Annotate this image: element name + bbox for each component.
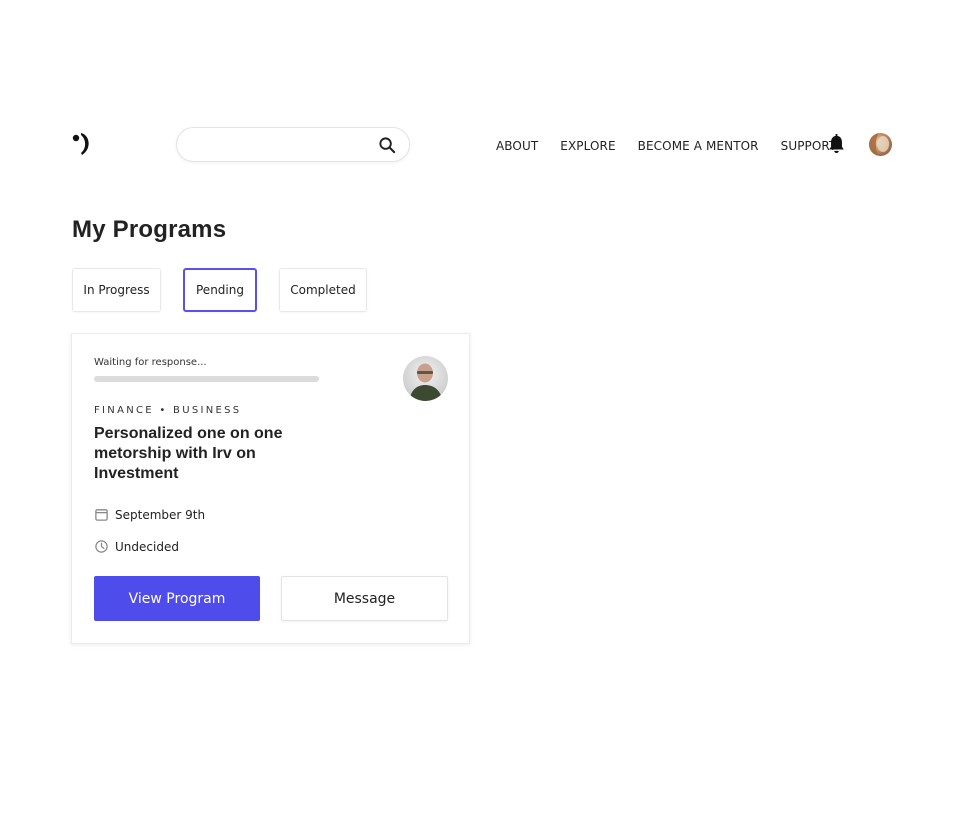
mentor-avatar[interactable] (403, 356, 448, 401)
search-input[interactable] (191, 135, 371, 155)
tab-in-progress[interactable]: In Progress (72, 268, 161, 312)
program-date: September 9th (94, 507, 205, 522)
program-time: Undecided (94, 539, 179, 554)
progress-bar (94, 376, 319, 382)
clock-icon (95, 540, 108, 553)
search-icon[interactable] (378, 136, 397, 155)
tab-pending[interactable]: Pending (183, 268, 257, 312)
status-text: Waiting for response... (94, 357, 207, 368)
nav-become-a-mentor[interactable]: BECOME A MENTOR (638, 139, 759, 153)
view-program-button[interactable]: View Program (94, 576, 260, 621)
bell-icon[interactable] (827, 134, 846, 154)
calendar-icon (95, 509, 108, 521)
user-avatar[interactable] (869, 133, 892, 156)
nav-about[interactable]: ABOUT (496, 139, 538, 153)
program-category: FINANCE • BUSINESS (94, 405, 242, 416)
program-time-label: Undecided (115, 539, 179, 554)
brand-logo-icon[interactable] (70, 131, 94, 157)
program-card: Waiting for response... FINANCE • BUSINE… (71, 333, 470, 644)
nav-explore[interactable]: EXPLORE (560, 139, 615, 153)
program-date-label: September 9th (115, 507, 206, 522)
search-bar[interactable] (176, 127, 410, 162)
main-nav: ABOUT EXPLORE BECOME A MENTOR SUPPORT (496, 139, 858, 153)
page-title: My Programs (72, 216, 227, 243)
page: ABOUT EXPLORE BECOME A MENTOR SUPPORT My… (0, 0, 960, 840)
message-button[interactable]: Message (281, 576, 448, 621)
program-title: Personalized one on one metorship with I… (94, 425, 283, 482)
tab-completed[interactable]: Completed (279, 268, 367, 312)
